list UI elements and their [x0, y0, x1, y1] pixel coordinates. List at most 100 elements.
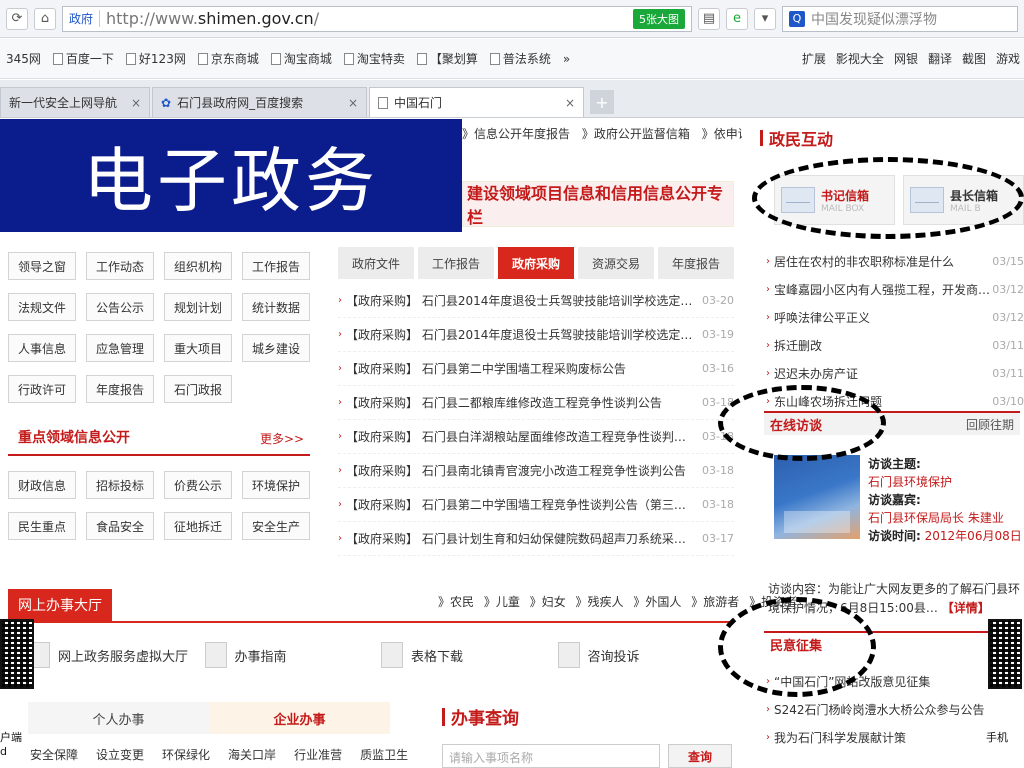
focus-more-link[interactable]: 更多>> — [260, 430, 304, 447]
extensions-button[interactable]: 扩展 — [802, 50, 826, 67]
list-item[interactable]: › 【政府采购】 石门县二都粮库维修改造工程竞争性谈判公告 03-18 — [338, 386, 734, 420]
image-mode-button[interactable]: 5张大图 — [633, 8, 685, 29]
tab-safe-nav[interactable]: 新一代安全上网导航 × — [0, 87, 150, 117]
virtual-hall-link[interactable]: 网上政务服务虚拟大厅 — [28, 642, 205, 668]
bookmark-item[interactable]: 好123网 — [120, 50, 192, 67]
online-interview-title[interactable]: 在线访谈 — [770, 415, 822, 434]
grid-button[interactable]: 价费公示 — [164, 471, 232, 499]
tab-baidu-search[interactable]: ✿ 石门县政府网_百度搜索 × — [152, 87, 367, 117]
list-item[interactable]: › S242石门杨岭岗澧水大桥公众参与公告 — [766, 695, 1016, 723]
grid-button[interactable]: 工作报告 — [242, 252, 310, 280]
list-item[interactable]: › 我为石门科学发展献计策 — [766, 723, 1016, 751]
list-item[interactable]: › 【政府采购】 石门县计划生育和妇幼保健院数码超声刀系统采… 03-17 — [338, 522, 734, 556]
link-item[interactable]: 行业准营 — [294, 746, 342, 763]
grid-button[interactable]: 城乡建设 — [242, 334, 310, 362]
list-item[interactable]: › 迟迟未办房产证 03/11 — [766, 359, 1024, 387]
past-interviews-link[interactable]: 回顾往期 — [966, 416, 1014, 433]
bookmark-item[interactable]: 京东商城 — [192, 50, 265, 67]
link-apply-disclosure[interactable]: 》依申请公开 — [702, 127, 742, 141]
link-women[interactable]: 》妇女 — [530, 595, 566, 609]
grid-button[interactable]: 人事信息 — [8, 334, 76, 362]
url-input[interactable]: 政府 http://www.shimen.gov.cn/ 5张大图 — [62, 5, 692, 32]
link-item[interactable]: 设立变更 — [96, 746, 144, 763]
grid-button[interactable]: 征地拆迁 — [164, 512, 232, 540]
grid-button[interactable]: 年度报告 — [86, 375, 154, 403]
construction-info-banner[interactable]: 建设领域项目信息和信用信息公开专栏 — [462, 181, 734, 227]
grid-button[interactable]: 统计数据 — [242, 293, 310, 321]
screenshot-button[interactable]: 截图 — [962, 50, 986, 67]
tab-gov-procurement[interactable]: 政府采购 — [498, 247, 574, 279]
county-mayor-mailbox-button[interactable]: 县长信箱 MAIL B — [903, 175, 1024, 225]
grid-button[interactable]: 安全生产 — [242, 512, 310, 540]
list-item[interactable]: › 【政府采购】 石门县2014年度退役士兵驾驶技能培训学校选定… 03-19 — [338, 318, 734, 352]
games-button[interactable]: 游戏 — [996, 50, 1020, 67]
guide-link[interactable]: 办事指南 — [204, 642, 382, 668]
tab-gov-documents[interactable]: 政府文件 — [338, 247, 414, 279]
tab-work-report[interactable]: 工作报告 — [418, 247, 494, 279]
query-button[interactable]: 查询 — [668, 744, 732, 768]
grid-button[interactable]: 领导之窗 — [8, 252, 76, 280]
refresh-icon[interactable]: ⟳ — [6, 7, 28, 30]
link-item[interactable]: 环保绿化 — [162, 746, 210, 763]
link-annual-report[interactable]: 》信息公开年度报告 — [462, 127, 570, 141]
bookmark-item[interactable]: 345网 — [0, 50, 47, 67]
online-service-hall-tab[interactable]: 网上办事大厅 — [8, 589, 112, 621]
close-icon[interactable]: × — [565, 96, 575, 110]
tab-annual-report[interactable]: 年度报告 — [658, 247, 734, 279]
chevron-down-icon[interactable]: ▾ — [754, 7, 776, 30]
bookmark-item[interactable]: 淘宝特卖 — [338, 50, 411, 67]
bookmark-item[interactable]: 普法系统 — [484, 50, 557, 67]
query-input[interactable]: 请输入事项名称 — [442, 744, 660, 768]
bookmark-overflow[interactable]: » — [557, 52, 576, 66]
link-tourists[interactable]: 》旅游者 — [691, 595, 739, 609]
grid-button[interactable]: 规划计划 — [164, 293, 232, 321]
bank-button[interactable]: 网银 — [894, 50, 918, 67]
grid-button[interactable]: 公告公示 — [86, 293, 154, 321]
video-button[interactable]: 影视大全 — [836, 50, 884, 67]
consult-complaint-link[interactable]: 咨询投诉 — [557, 642, 735, 668]
list-item[interactable]: › 宝峰嘉园小区内有人强揽工程，开发商… 03/12 — [766, 275, 1024, 303]
link-children[interactable]: 》儿童 — [484, 595, 520, 609]
search-engine-icon[interactable]: Q — [789, 10, 805, 27]
close-icon[interactable]: × — [348, 96, 358, 110]
grid-button[interactable]: 行政许可 — [8, 375, 76, 403]
list-item[interactable]: › 【政府采购】 石门县2014年度退役士兵驾驶技能培训学校选定… 03-20 — [338, 284, 734, 318]
link-item[interactable]: 质监卫生 — [360, 746, 408, 763]
link-farmers[interactable]: 》农民 — [438, 595, 474, 609]
url-tag[interactable]: 政府 — [69, 10, 101, 27]
grid-button[interactable]: 工作动态 — [86, 252, 154, 280]
link-disabled[interactable]: 》残疾人 — [576, 595, 624, 609]
bookmark-item[interactable]: 淘宝商城 — [265, 50, 338, 67]
tab-resource-trading[interactable]: 资源交易 — [578, 247, 654, 279]
tab-personal-affairs[interactable]: 个人办事 — [28, 702, 209, 734]
new-tab-button[interactable]: + — [590, 90, 614, 114]
close-icon[interactable]: × — [131, 96, 141, 110]
grid-button[interactable]: 应急管理 — [86, 334, 154, 362]
details-link[interactable]: 【详情】 — [942, 601, 990, 615]
grid-button[interactable]: 招标投标 — [86, 471, 154, 499]
grid-button[interactable]: 组织机构 — [164, 252, 232, 280]
browser-logo-icon[interactable]: e — [726, 7, 748, 30]
list-item[interactable]: › 【政府采购】 石门县白洋湖粮站屋面维修改造工程竞争性谈判… 03-18 — [338, 420, 734, 454]
link-item[interactable]: 安全保障 — [30, 746, 78, 763]
grid-button[interactable]: 法规文件 — [8, 293, 76, 321]
link-foreigners[interactable]: 》外国人 — [633, 595, 681, 609]
translate-button[interactable]: 翻译 — [928, 50, 952, 67]
link-item[interactable]: 海关口岸 — [228, 746, 276, 763]
grid-button[interactable]: 民生重点 — [8, 512, 76, 540]
link-supervision-mailbox[interactable]: 》政府公开监督信箱 — [582, 127, 690, 141]
list-item[interactable]: › 拆迁删改 03/11 — [766, 331, 1024, 359]
home-icon[interactable]: ⌂ — [34, 7, 56, 30]
list-item[interactable]: › 【政府采购】 石门县第二中学围墙工程采购废标公告 03-16 — [338, 352, 734, 386]
list-item[interactable]: › 【政府采购】 石门县南北镇青官渡完小改造工程竞争性谈判公告 03-18 — [338, 454, 734, 488]
list-item[interactable]: › “中国石门”网站改版意见征集 — [766, 667, 1016, 695]
link-investors[interactable]: 》投资者 — [749, 595, 797, 609]
opinion-title[interactable]: 民意征集 — [770, 635, 822, 654]
form-download-link[interactable]: 表格下载 — [381, 642, 558, 668]
list-item[interactable]: › 呼唤法律公平正义 03/12 — [766, 303, 1024, 331]
bookmark-item[interactable]: 百度一下 — [47, 50, 120, 67]
tab-enterprise-affairs[interactable]: 企业办事 — [209, 702, 390, 734]
grid-button[interactable]: 食品安全 — [86, 512, 154, 540]
bookmark-item[interactable]: 【聚划算 — [411, 50, 484, 67]
search-input[interactable]: Q 中国发现疑似漂浮物 — [782, 5, 1018, 32]
